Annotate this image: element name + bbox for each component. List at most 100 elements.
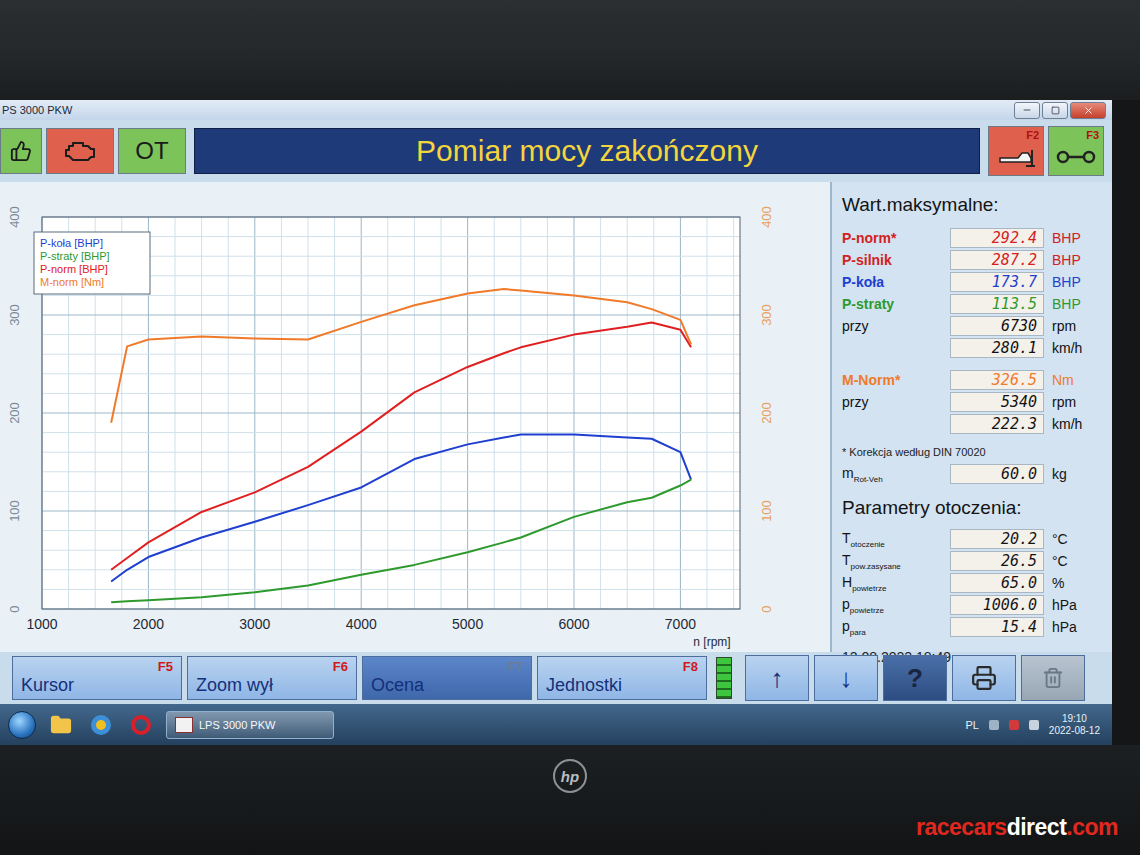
help-button[interactable]: ?	[883, 655, 947, 701]
main-area: 0100200300400010020030040010002000300040…	[0, 182, 1112, 652]
task-button[interactable]: LPS 3000 PKW	[166, 711, 334, 739]
row-label: P-silnik	[842, 252, 942, 268]
series-line	[111, 322, 691, 569]
start-button[interactable]	[8, 711, 36, 739]
row-label: przy	[842, 318, 942, 334]
value-box: 222.3	[950, 414, 1044, 434]
value-box: 65.0	[950, 573, 1044, 593]
arrow-button[interactable]: ↓	[814, 655, 878, 701]
tray-icon[interactable]	[1029, 720, 1039, 730]
x-axis-tick: 1000	[26, 616, 57, 632]
max-value-row: przy5340rpm	[842, 392, 1104, 412]
right-axis-tick: 200	[759, 402, 774, 424]
toolbar-button[interactable]: F6Zoom wył	[187, 656, 357, 700]
x-axis-label: n [rpm]	[693, 635, 730, 649]
value-box: 1006.0	[950, 595, 1044, 615]
x-axis-tick: 2000	[133, 616, 164, 632]
row-unit: hPa	[1052, 619, 1104, 635]
row-unit: rpm	[1052, 394, 1104, 410]
toolbar-button[interactable]: F5Kursor	[12, 656, 182, 700]
explorer-button[interactable]	[46, 712, 76, 738]
chart-legend: P-koła [BHP]P-straty [BHP]P-norm [BHP]M-…	[34, 232, 150, 294]
value-box: 292.4	[950, 228, 1044, 248]
legend-item: P-straty [BHP]	[40, 250, 110, 262]
header-button[interactable]	[46, 128, 114, 174]
function-key: F2	[1026, 129, 1039, 141]
correction-note: * Korekcja według DIN 70020	[842, 446, 1104, 458]
grid-line	[42, 354, 740, 355]
max-value-row: P-straty113.5BHP	[842, 294, 1104, 314]
max-value-row: P-norm*292.4BHP	[842, 228, 1104, 248]
status-title: Pomiar mocy zakończony	[194, 128, 980, 174]
clock-time: 19:10	[1062, 713, 1087, 725]
series-line	[111, 480, 691, 603]
opera-button[interactable]	[126, 712, 156, 738]
tray-icon[interactable]	[1009, 720, 1019, 730]
monitor: PS 3000 PKW OTPomiar mocy zakończony F2 F3 0…	[0, 100, 1140, 745]
browser-button[interactable]	[86, 712, 116, 738]
grid-line	[42, 530, 740, 531]
button-label: Kursor	[21, 675, 173, 696]
grid-line	[42, 334, 740, 335]
function-key: F8	[683, 659, 698, 674]
grid-line	[42, 452, 740, 453]
toolbar-button[interactable]: F7Ocena	[362, 656, 532, 700]
button-label: Jednostki	[546, 675, 698, 696]
title-bar: PS 3000 PKW	[0, 100, 1112, 120]
value-box: 15.4	[950, 617, 1044, 637]
header-button[interactable]: OT	[118, 128, 186, 174]
function-button[interactable]: F2	[988, 126, 1044, 176]
x-axis-tick: 6000	[558, 616, 589, 632]
thumbs-up-icon	[10, 140, 32, 162]
row-unit: kg	[1052, 466, 1104, 482]
clock-date: 2022-08-12	[1049, 725, 1100, 737]
watermark: racecarsdirect.com	[916, 814, 1118, 841]
value-group: P-norm*292.4BHPP-silnik287.2BHPP-koła173…	[842, 228, 1104, 358]
row-unit: km/h	[1052, 340, 1104, 356]
x-axis-tick: 3000	[239, 616, 270, 632]
folder-icon	[50, 714, 72, 736]
parameter-row: Tpow.zasysane26.5°C	[842, 551, 1104, 571]
header-button[interactable]	[0, 128, 42, 174]
maximize-button[interactable]	[1042, 102, 1068, 119]
right-axis-tick: 100	[759, 500, 774, 522]
minimize-button[interactable]	[1014, 102, 1040, 119]
chart-panel: 0100200300400010020030040010002000300040…	[0, 182, 830, 652]
tray-icon[interactable]	[989, 720, 999, 730]
value-box: 6730	[950, 316, 1044, 336]
row-label: ppowietrze	[842, 596, 942, 615]
row-unit: Nm	[1052, 372, 1104, 388]
left-axis-tick: 0	[7, 605, 22, 612]
function-button[interactable]: F3	[1048, 126, 1104, 176]
close-button[interactable]	[1070, 102, 1106, 119]
arrow-button[interactable]: ↑	[745, 655, 809, 701]
delete-button[interactable]	[1021, 655, 1085, 701]
clock[interactable]: 19:102022-08-12	[1049, 713, 1104, 737]
row-label: przy	[842, 394, 942, 410]
legend-item: M-norm [Nm]	[40, 276, 104, 288]
maximize-icon	[1051, 106, 1060, 115]
row-unit: hPa	[1052, 597, 1104, 613]
grid-line	[42, 295, 740, 296]
value-box: 113.5	[950, 294, 1044, 314]
toolbar-button[interactable]: F8Jednostki	[537, 656, 707, 700]
language-indicator[interactable]: PL	[965, 719, 978, 731]
print-button[interactable]	[952, 655, 1016, 701]
minimize-icon	[1022, 105, 1032, 115]
function-key: F6	[333, 659, 348, 674]
background	[0, 0, 1140, 100]
parameter-row: ppara15.4hPa	[842, 617, 1104, 637]
legend-item: P-koła [BHP]	[40, 237, 103, 249]
grid-line	[42, 373, 740, 374]
max-value-row: przy6730rpm	[842, 316, 1104, 336]
row-label: Totoczenie	[842, 530, 942, 549]
row-label: P-straty	[842, 296, 942, 312]
series-line	[111, 289, 691, 423]
right-axis-tick: 300	[759, 304, 774, 326]
left-axis-tick: 300	[7, 304, 22, 326]
app-window: PS 3000 PKW OTPomiar mocy zakończony F2 F3 0…	[0, 100, 1112, 745]
panel-title: Parametry otoczenia:	[842, 497, 1104, 519]
row-unit: BHP	[1052, 252, 1104, 268]
max-value-row: P-koła173.7BHP	[842, 272, 1104, 292]
grid-line	[42, 413, 740, 414]
